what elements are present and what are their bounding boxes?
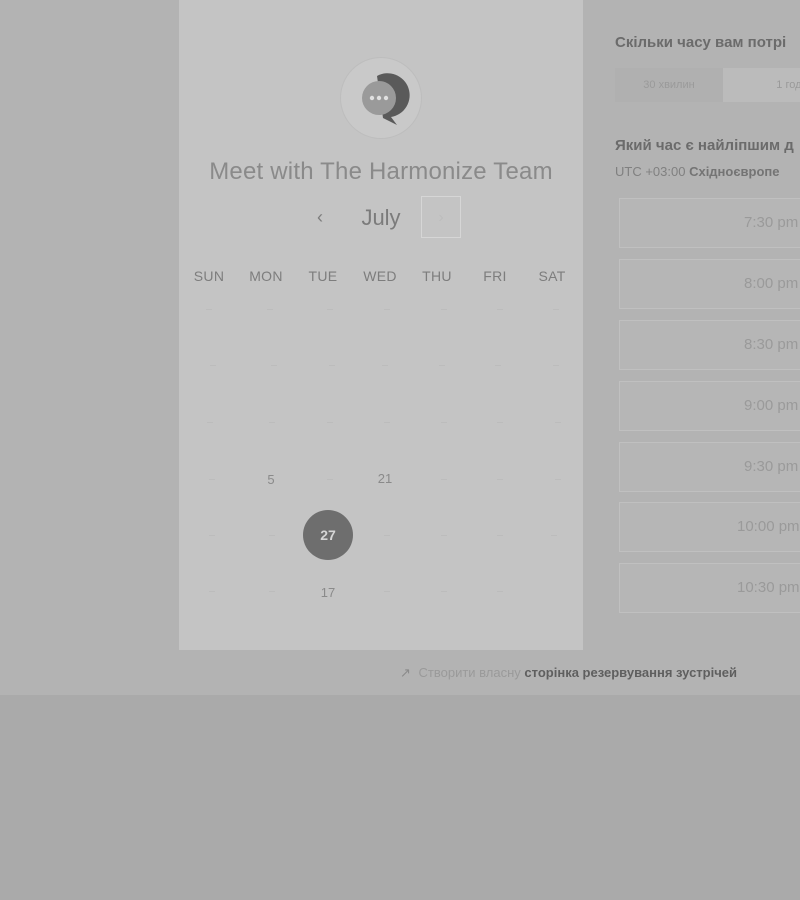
weekday-sun: SUN [193,268,225,284]
time-slot[interactable]: 8:30 pm [619,320,800,370]
day-placeholder [327,309,333,310]
day-placeholder [209,535,215,536]
footer-link-bold: сторінка резервування зустрічей [524,665,737,680]
month-label: July [361,205,401,230]
day-placeholder [555,479,561,480]
weekday-tue: TUE [308,268,338,284]
weekday-header: SUN MON TUE WED THU FRI SAT [179,268,583,288]
duration-option-1h[interactable]: 1 годин [755,68,800,102]
next-month-button[interactable]: › [421,196,461,238]
footer-link-prefix: Створити власну [418,665,521,680]
day-placeholder [384,422,390,423]
time-slot-label: 10:00 pm [737,518,800,535]
arrow-icon: ↗ [400,665,411,680]
day-placeholder [441,535,447,536]
day-placeholder [207,422,213,423]
day-placeholder [271,365,277,366]
month-navigation: ‹ July › [179,196,583,240]
duration-question: Скільки часу вам потрі [615,34,787,51]
time-slot[interactable]: 10:00 pm [619,502,800,552]
day-placeholder [384,535,390,536]
day-placeholder [553,365,559,366]
day-placeholder [210,365,216,366]
time-question: Який час є найліпшим д [615,137,794,154]
day-placeholder [441,309,447,310]
day-placeholder [269,535,275,536]
day-placeholder [441,591,447,592]
timezone-name: Східноєвропе [689,164,780,179]
calendar-day[interactable]: 21 [365,471,405,491]
page-title: Meet with The Harmonize Team [209,158,553,185]
create-booking-page-link[interactable]: ↗ Створити власну сторінка резервування … [400,665,737,681]
day-placeholder [439,365,445,366]
chat-logo-icon [341,58,421,138]
time-slot-label: 8:00 pm [744,275,799,292]
time-slot-label: 9:00 pm [744,397,799,414]
day-placeholder [267,309,273,310]
day-placeholder [269,422,275,423]
time-panel: Скільки часу вам потрі 30 хвилин 1 годин… [583,0,800,650]
duration-option-30min[interactable]: 30 хвилин [615,68,723,102]
time-slot[interactable]: 8:00 pm [619,259,800,309]
weekday-sat: SAT [538,268,566,284]
weekday-mon: MON [249,268,283,284]
day-placeholder [553,309,559,310]
weekday-fri: FRI [483,268,507,284]
time-slot[interactable]: 10:30 pm [619,563,800,613]
day-placeholder [269,591,275,592]
time-slot[interactable]: 9:00 pm [619,381,800,431]
timezone-offset: UTC +03:00 [615,164,686,179]
calendar-day[interactable]: 5 [251,472,291,492]
prev-month-button[interactable]: ‹ [305,202,335,232]
day-placeholder [329,365,335,366]
day-placeholder [497,422,503,423]
booking-page: Meet with The Harmonize Team ‹ July › SU… [0,0,800,900]
selected-day[interactable]: 27 [303,510,353,560]
weekday-thu: THU [422,268,452,284]
time-slot-label: 8:30 pm [744,336,799,353]
duration-selector: 30 хвилин 1 годин [615,68,800,102]
day-placeholder [497,535,503,536]
timezone-label[interactable]: UTC +03:00 Східноєвропе [615,164,780,179]
weekday-wed: WED [363,268,397,284]
time-slot[interactable]: 7:30 pm [619,198,800,248]
day-placeholder [497,479,503,480]
time-slot-label: 9:30 pm [744,458,799,475]
time-slot-label: 10:30 pm [737,579,800,596]
day-placeholder [382,365,388,366]
day-placeholder [384,591,390,592]
time-slot[interactable]: 9:30 pm [619,442,800,492]
day-placeholder [497,309,503,310]
day-placeholder [497,591,503,592]
day-placeholder [209,591,215,592]
day-placeholder [495,365,501,366]
time-slot-label: 7:30 pm [744,214,799,231]
day-placeholder [327,422,333,423]
day-placeholder [441,422,447,423]
day-placeholder [209,479,215,480]
calendar-day[interactable]: 17 [308,585,348,605]
day-placeholder [327,479,333,480]
day-placeholder [441,479,447,480]
day-placeholder [551,535,557,536]
day-placeholder [206,309,212,310]
day-placeholder [384,309,390,310]
calendar-panel: Meet with The Harmonize Team ‹ July › SU… [179,0,583,650]
day-placeholder [555,422,561,423]
